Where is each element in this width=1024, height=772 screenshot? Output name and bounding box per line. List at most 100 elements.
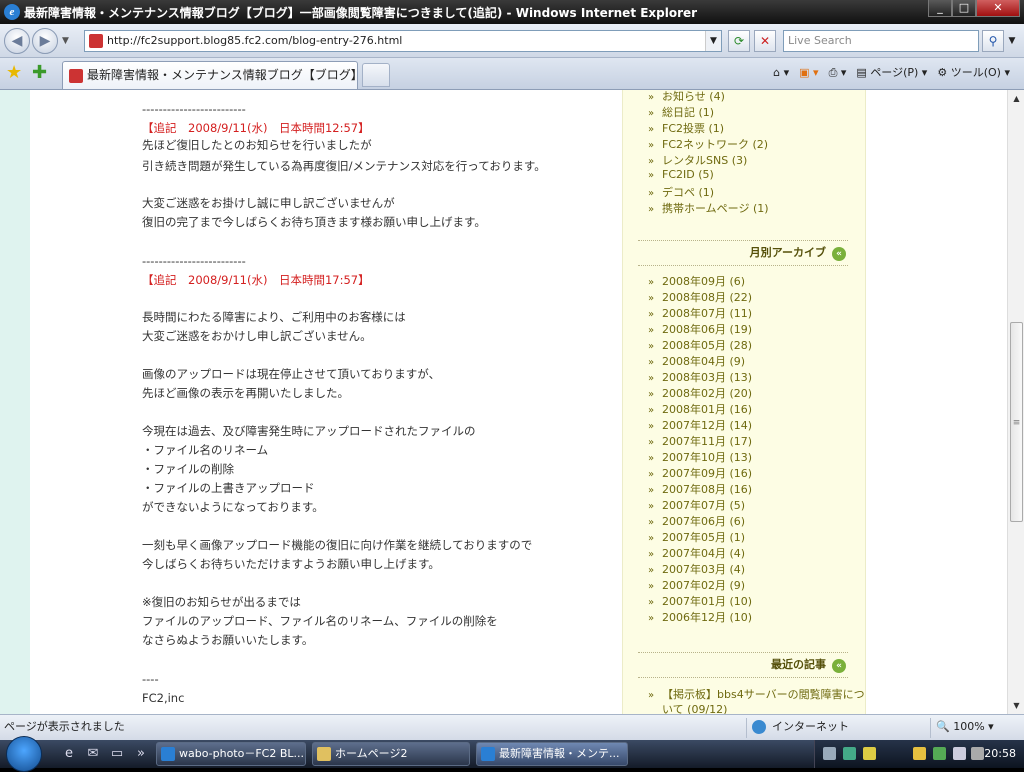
archive-heading-label: 月別アーカイブ bbox=[749, 246, 826, 259]
stop-icon[interactable]: ✕ bbox=[754, 30, 776, 52]
chevron-left-icon[interactable]: « bbox=[832, 247, 846, 261]
archive-label: 2008年06月 (19) bbox=[662, 323, 753, 336]
tab-label: 最新障害情報・メンテナンス情報ブログ【ブログ】一部... bbox=[87, 68, 357, 82]
start-orb-icon[interactable] bbox=[6, 736, 42, 772]
clock[interactable]: 20:58 bbox=[984, 740, 1016, 768]
archive-link[interactable]: » 2008年03月 (13) bbox=[648, 369, 752, 385]
messenger-icon[interactable] bbox=[863, 747, 876, 760]
security-icon[interactable] bbox=[843, 747, 856, 760]
taskbar-item[interactable]: ホームページ2 bbox=[312, 742, 470, 766]
chevron-left-icon[interactable]: « bbox=[832, 659, 846, 673]
article-line: FC2,inc bbox=[142, 691, 185, 705]
category-link[interactable]: » レンタルSNS (3) bbox=[648, 152, 747, 168]
double-chevron-icon: » bbox=[648, 421, 655, 432]
archive-link[interactable]: » 2007年12月 (14) bbox=[648, 417, 752, 433]
article-line: 画像のアップロードは現在停止させて頂いておりますが、 bbox=[142, 367, 441, 381]
archive-link[interactable]: » 2006年12月 (10) bbox=[648, 609, 752, 625]
show-desktop-icon[interactable]: ▭ bbox=[108, 745, 126, 763]
favorites-star-icon[interactable]: ★ bbox=[6, 62, 22, 84]
archive-link[interactable]: » 2007年02月 (9) bbox=[648, 577, 745, 593]
recent-entry-cont[interactable]: いて (09/12) bbox=[662, 701, 727, 714]
windows-flag-icon[interactable] bbox=[933, 747, 946, 760]
archive-label: 2008年05月 (28) bbox=[662, 339, 753, 352]
archive-link[interactable]: » 2008年05月 (28) bbox=[648, 337, 752, 353]
article-line: 先ほど復旧したとのお知らせを行いましたが bbox=[142, 138, 372, 152]
double-chevron-icon: » bbox=[648, 565, 655, 576]
maximize-button[interactable]: □ bbox=[952, 0, 976, 17]
history-dropdown-icon[interactable]: ▼ bbox=[62, 36, 69, 46]
quicklaunch-more-icon[interactable]: » bbox=[132, 745, 150, 763]
mail-icon[interactable]: ✉ bbox=[84, 745, 102, 763]
refresh-icon[interactable]: ⟳ bbox=[728, 30, 750, 52]
disconnected-icon[interactable] bbox=[971, 747, 984, 760]
archive-link[interactable]: » 2007年08月 (16) bbox=[648, 481, 752, 497]
category-link[interactable]: » FC2ID (5) bbox=[648, 168, 714, 181]
recent-entry-line1: 【掲示板】bbs4サーバーの閲覧障害につ bbox=[662, 688, 865, 701]
archive-link[interactable]: » 2008年02月 (20) bbox=[648, 385, 752, 401]
double-chevron-icon: » bbox=[648, 469, 655, 480]
network-icon[interactable] bbox=[823, 747, 836, 760]
archive-link[interactable]: » 2008年09月 (6) bbox=[648, 273, 745, 289]
rss-icon[interactable]: ▣ ▾ bbox=[799, 62, 818, 84]
archive-link[interactable]: » 2007年11月 (17) bbox=[648, 433, 752, 449]
article-line: なさらぬようお願いいたします。 bbox=[142, 633, 314, 647]
category-link[interactable]: » FC2投票 (1) bbox=[648, 120, 724, 136]
archive-link[interactable]: » 2007年07月 (5) bbox=[648, 497, 745, 513]
address-input[interactable]: http://fc2support.blog85.fc2.com/blog-en… bbox=[84, 30, 722, 52]
archive-link[interactable]: » 2008年07月 (11) bbox=[648, 305, 752, 321]
archive-link[interactable]: » 2008年01月 (16) bbox=[648, 401, 752, 417]
scroll-thumb[interactable]: ≡ bbox=[1010, 322, 1023, 522]
archive-link[interactable]: » 2007年05月 (1) bbox=[648, 529, 745, 545]
category-link[interactable]: » デコペ (1) bbox=[648, 184, 714, 200]
category-link[interactable]: » お知らせ (4) bbox=[648, 90, 725, 104]
forward-icon[interactable]: ▶ bbox=[32, 28, 58, 54]
archive-link[interactable]: » 2007年03月 (4) bbox=[648, 561, 745, 577]
add-favorites-icon[interactable]: ✚ bbox=[32, 62, 47, 84]
archive-link[interactable]: » 2007年09月 (16) bbox=[648, 465, 752, 481]
article-line: ------------------------- bbox=[142, 102, 246, 116]
security-zone[interactable]: インターネット bbox=[752, 715, 849, 739]
double-chevron-icon: » bbox=[648, 341, 655, 352]
smiley-icon[interactable] bbox=[913, 747, 926, 760]
archive-link[interactable]: » 2008年04月 (9) bbox=[648, 353, 745, 369]
category-link[interactable]: » 携帯ホームページ (1) bbox=[648, 200, 769, 216]
tab-current[interactable]: 最新障害情報・メンテナンス情報ブログ【ブログ】一部... bbox=[62, 61, 358, 89]
volume-icon[interactable] bbox=[953, 747, 966, 760]
double-chevron-icon: » bbox=[648, 170, 655, 181]
scroll-up-icon[interactable]: ▲ bbox=[1008, 90, 1024, 107]
archive-link[interactable]: » 2007年04月 (4) bbox=[648, 545, 745, 561]
tools-menu[interactable]: ⚙ ツール(O) ▾ bbox=[937, 62, 1010, 84]
zoom-control[interactable]: 🔍 100% ▾ bbox=[936, 715, 994, 739]
minimize-button[interactable]: _ bbox=[928, 0, 952, 17]
ie-quicklaunch-icon[interactable]: e bbox=[60, 745, 78, 763]
back-icon[interactable]: ◀ bbox=[4, 28, 30, 54]
double-chevron-icon: » bbox=[648, 156, 655, 167]
home-icon[interactable]: ⌂ ▾ bbox=[773, 62, 789, 84]
category-link[interactable]: » FC2ネットワーク (2) bbox=[648, 136, 768, 152]
archive-label: 2008年02月 (20) bbox=[662, 387, 753, 400]
scroll-down-icon[interactable]: ▼ bbox=[1008, 697, 1024, 714]
taskbar-item-active[interactable]: 最新障害情報・メンテ... bbox=[476, 742, 628, 766]
archive-link[interactable]: » 2008年06月 (19) bbox=[648, 321, 752, 337]
archive-link[interactable]: » 2007年06月 (6) bbox=[648, 513, 745, 529]
close-button[interactable]: ✕ bbox=[976, 0, 1020, 17]
archive-link[interactable]: » 2007年01月 (10) bbox=[648, 593, 752, 609]
search-options-icon[interactable]: ▼ bbox=[1005, 30, 1019, 52]
recent-entry[interactable]: » 【掲示板】bbs4サーバーの閲覧障害につ bbox=[648, 686, 865, 702]
address-toolbar: ◀ ▶ ▼ http://fc2support.blog85.fc2.com/b… bbox=[0, 24, 1024, 58]
ie-icon bbox=[161, 747, 175, 761]
address-dropdown-icon[interactable]: ▼ bbox=[705, 31, 721, 51]
category-link[interactable]: » 総日記 (1) bbox=[648, 104, 714, 120]
archive-label: 2007年02月 (9) bbox=[662, 579, 746, 592]
vertical-scrollbar[interactable]: ▲ ≡ ▼ bbox=[1007, 90, 1024, 714]
archive-link[interactable]: » 2008年08月 (22) bbox=[648, 289, 752, 305]
search-icon[interactable]: ⚲ bbox=[982, 30, 1004, 52]
zoom-icon: 🔍 bbox=[936, 720, 950, 733]
taskbar-item[interactable]: wabo-photo－FC2 BL... bbox=[156, 742, 306, 766]
search-input[interactable]: Live Search bbox=[783, 30, 979, 52]
page-menu[interactable]: ▤ ページ(P) ▾ bbox=[856, 62, 927, 84]
print-icon[interactable]: ⎙ ▾ bbox=[829, 62, 847, 84]
tab-bar: ★ ✚ 最新障害情報・メンテナンス情報ブログ【ブログ】一部... ⌂ ▾ ▣ ▾… bbox=[0, 58, 1024, 90]
new-tab-button[interactable] bbox=[362, 63, 390, 87]
archive-link[interactable]: » 2007年10月 (13) bbox=[648, 449, 752, 465]
